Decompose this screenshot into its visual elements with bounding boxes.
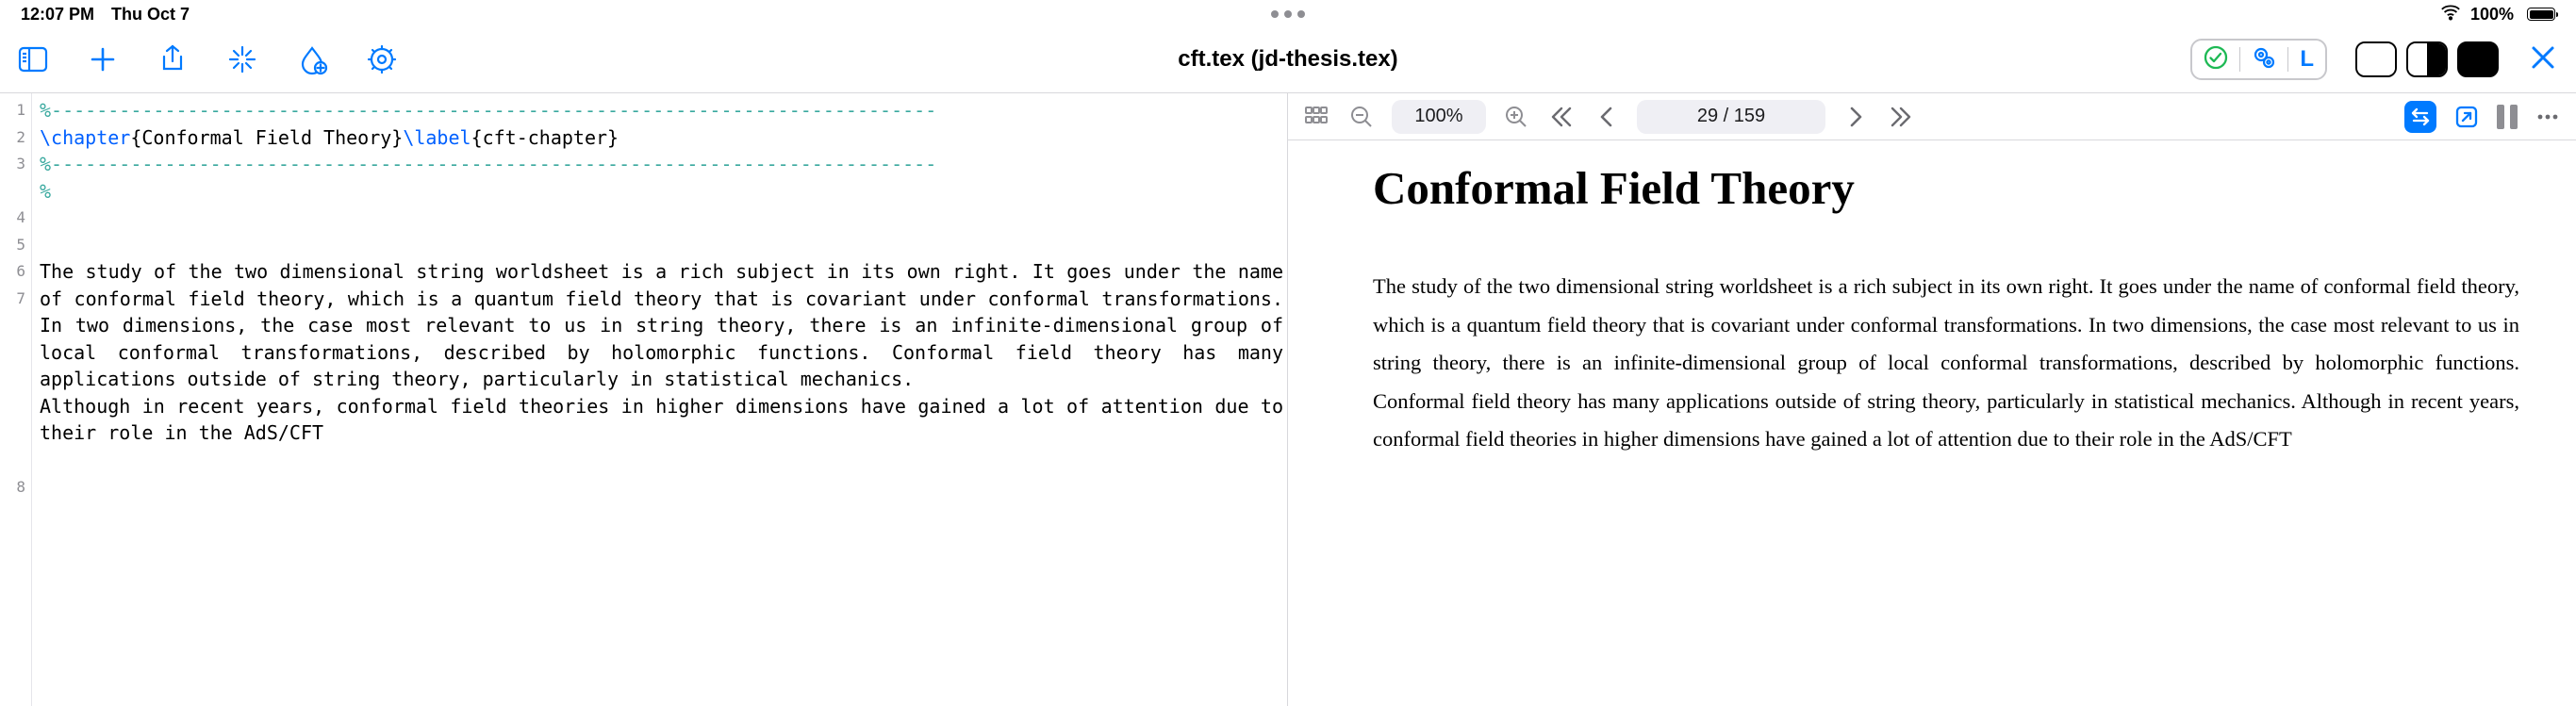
compile-status-pill[interactable]: L [2190,39,2327,80]
magic-icon[interactable] [226,43,258,75]
multitask-dots[interactable] [1271,10,1305,18]
lineno: 5 [0,232,25,259]
compile-mode-letter[interactable]: L [2300,46,2314,73]
first-page-icon[interactable] [1546,102,1577,132]
editor-pane: 1 2 3 4 5 6 7 8 %-----------------------… [0,93,1288,706]
share-icon[interactable] [157,43,189,75]
last-page-icon[interactable] [1886,102,1916,132]
lineno: 2 [0,124,25,152]
next-page-icon[interactable] [1841,102,1871,132]
lineno: 3 [0,151,25,205]
theme-split-button[interactable] [2406,41,2448,77]
zoom-out-icon[interactable] [1346,102,1377,132]
zoom-in-icon[interactable] [1501,102,1531,132]
code-line: % [40,180,51,203]
code-line: The study of the two dimensional string … [40,260,1295,390]
lineno: 7 [0,286,25,474]
code-line: Although in recent years, conformal fiel… [40,395,1295,445]
code-line: %---------------------------------------… [40,99,936,122]
wifi-icon [2440,2,2461,27]
app-toolbar: cft.tex (jd-thesis.tex) L [0,26,2576,92]
battery-icon [2523,8,2555,21]
code-token: {cft-chapter} [471,126,619,149]
pause-columns-icon[interactable] [2497,105,2518,129]
lineno: 1 [0,97,25,124]
preview-heading: Conformal Field Theory [1373,161,2519,215]
code-line: %---------------------------------------… [40,153,936,175]
close-icon[interactable] [2527,41,2559,78]
theme-dark-button[interactable] [2457,41,2499,77]
settings-gear-icon[interactable] [366,43,398,75]
status-date: Thu Oct 7 [111,5,190,25]
lineno: 4 [0,205,25,232]
code-token: {Conformal Field Theory} [130,126,403,149]
preview-pane: 100% 29 / 159 [1288,93,2576,706]
thumbnails-icon[interactable] [1301,102,1331,132]
zoom-level-value: 100% [1414,106,1462,127]
sync-swap-button[interactable] [2404,101,2436,133]
check-ok-icon [2204,45,2228,74]
open-external-icon[interactable] [2452,102,2482,132]
prev-page-icon[interactable] [1592,102,1622,132]
line-number-gutter: 1 2 3 4 5 6 7 8 [0,93,32,706]
preview-document[interactable]: Conformal Field Theory The study of the … [1288,140,2576,706]
ipad-status-bar: 12:07 PM Thu Oct 7 100% [0,0,2576,26]
preview-paragraph: The study of the two dimensional string … [1373,268,2519,459]
add-icon[interactable] [87,43,119,75]
theme-light-button[interactable] [2355,41,2397,77]
sidebar-toggle-icon[interactable] [17,43,49,75]
status-time: 12:07 PM [21,5,94,25]
page-indicator-value: 29 / 159 [1697,106,1765,127]
code-editor[interactable]: %---------------------------------------… [32,93,1287,706]
lineno: 8 [0,474,25,501]
more-icon[interactable] [2533,102,2563,132]
battery-percent: 100% [2470,5,2514,25]
zoom-level-box[interactable]: 100% [1392,100,1486,134]
compile-gear-icon[interactable] [2252,45,2276,74]
lineno: 6 [0,258,25,286]
ink-add-icon[interactable] [296,43,328,75]
preview-toolbar: 100% 29 / 159 [1288,93,2576,140]
code-token-cmd: \chapter [40,126,130,149]
page-indicator-box[interactable]: 29 / 159 [1637,100,1825,134]
code-token-cmd: \label [403,126,471,149]
theme-toggle-group [2355,41,2499,77]
